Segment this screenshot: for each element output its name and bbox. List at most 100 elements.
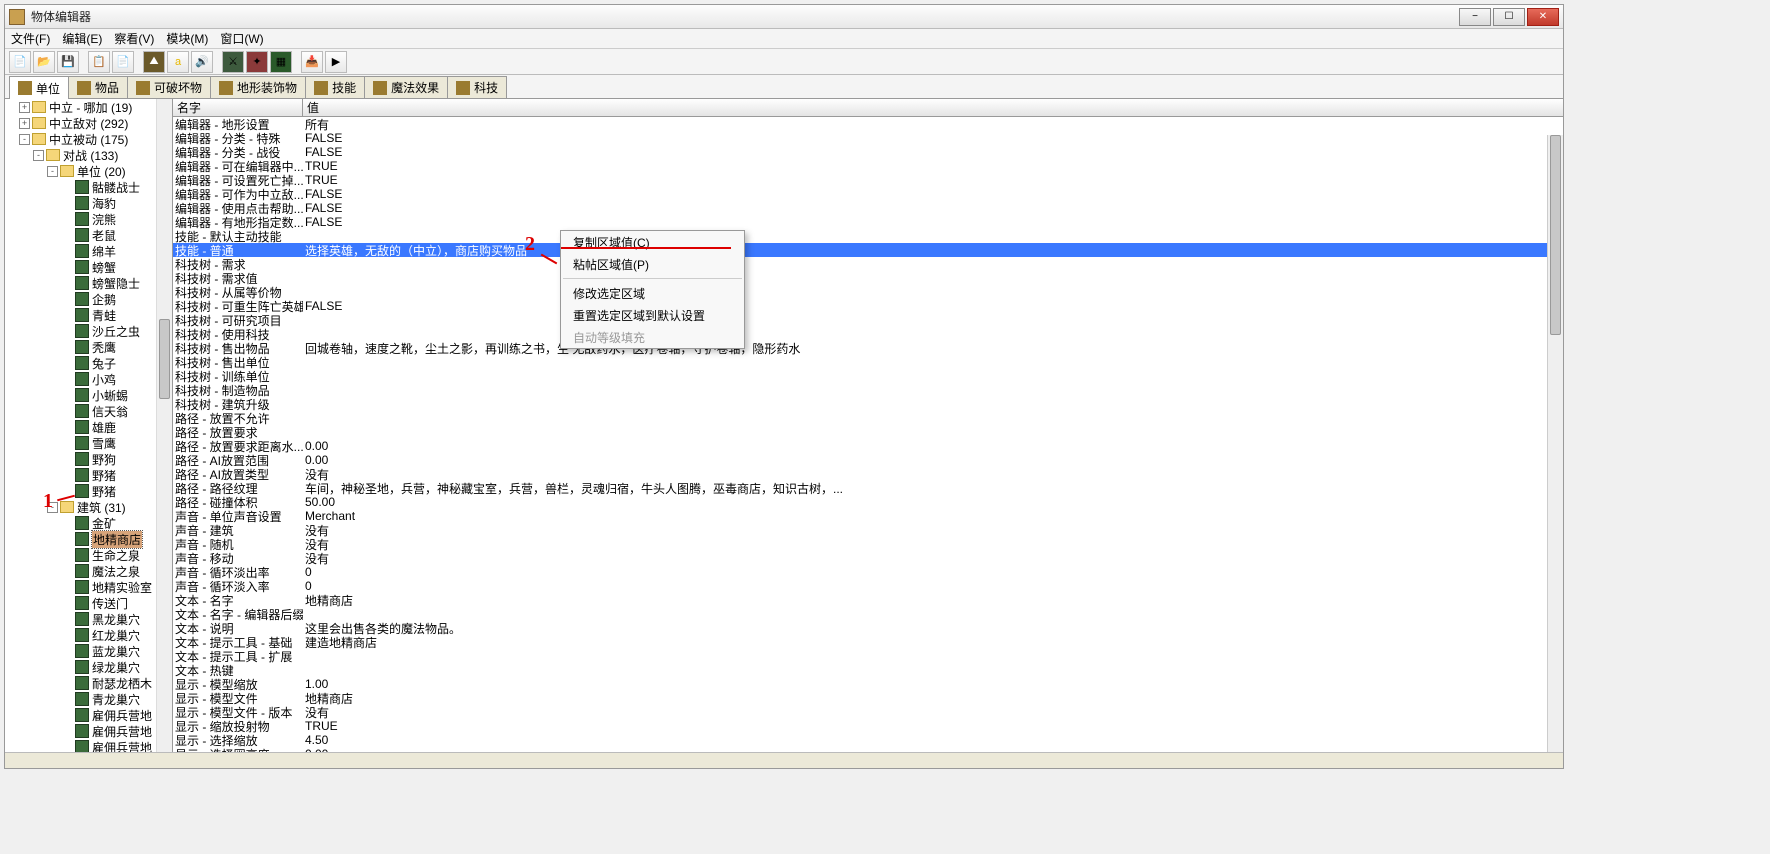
tab-4[interactable]: 技能 [305, 76, 365, 98]
tool-paste-icon[interactable]: 📄 [112, 51, 134, 73]
tree-scroll-thumb[interactable] [159, 319, 170, 399]
tree-node[interactable]: 浣熊 [5, 211, 172, 227]
property-row[interactable]: 路径 - 放置要求距离水...0.00 [173, 439, 1563, 453]
context-menu-item[interactable]: 复制区域值(C) [561, 231, 744, 253]
context-menu-item[interactable]: 重置选定区域到默认设置 [561, 304, 744, 326]
tree-node[interactable]: 青龙巢穴 [5, 691, 172, 707]
property-row[interactable]: 文本 - 提示工具 - 基础建造地精商店 [173, 635, 1563, 649]
tool-upgrade-icon[interactable]: ▦ [270, 51, 292, 73]
tree-node[interactable]: 小蜥蜴 [5, 387, 172, 403]
tree-node[interactable]: 蓝龙巢穴 [5, 643, 172, 659]
property-row[interactable]: 路径 - 路径纹理车间，神秘圣地，兵营，神秘藏宝室，兵营，兽栏，灵魂归宿，牛头人… [173, 481, 1563, 495]
tree-node[interactable]: +中立敌对 (292) [5, 115, 172, 131]
tree-node[interactable]: 雇佣兵营地 [5, 707, 172, 723]
property-row[interactable]: 编辑器 - 可设置死亡掉...TRUE [173, 173, 1563, 187]
tree-node[interactable]: 老鼠 [5, 227, 172, 243]
tree-expander-icon[interactable]: - [47, 166, 58, 177]
tool-save-icon[interactable]: 💾 [57, 51, 79, 73]
property-row[interactable]: 路径 - 碰撞体积50.00 [173, 495, 1563, 509]
tab-2[interactable]: 可破坏物 [127, 76, 211, 98]
tree-node[interactable]: 企鹅 [5, 291, 172, 307]
tree-node[interactable]: 野猪 [5, 483, 172, 499]
col-name-header[interactable]: 名字 [173, 99, 303, 116]
tree-node[interactable]: -对战 (133) [5, 147, 172, 163]
property-row[interactable]: 技能 - 普通选择英雄，无敌的（中立），商店购买物品 [173, 243, 1563, 257]
tool-test-icon[interactable]: ▶ [325, 51, 347, 73]
property-row[interactable]: 显示 - 模型文件 - 版本没有 [173, 705, 1563, 719]
minimize-button[interactable]: − [1459, 8, 1491, 26]
tool-import-icon[interactable]: 📥 [301, 51, 323, 73]
prop-scroll-thumb[interactable] [1550, 135, 1561, 335]
tool-open-icon[interactable]: 📂 [33, 51, 55, 73]
property-row[interactable]: 科技树 - 训练单位 [173, 369, 1563, 383]
tree-node[interactable]: 信天翁 [5, 403, 172, 419]
close-button[interactable]: ✕ [1527, 8, 1559, 26]
property-row[interactable]: 文本 - 热键 [173, 663, 1563, 677]
tree-node[interactable]: 生命之泉 [5, 547, 172, 563]
menu-view[interactable]: 察看(V) [114, 30, 154, 47]
tab-3[interactable]: 地形装饰物 [210, 76, 306, 98]
tree-node[interactable]: 金矿 [5, 515, 172, 531]
property-row[interactable]: 显示 - 选择缩放4.50 [173, 733, 1563, 747]
property-row[interactable]: 路径 - 放置要求 [173, 425, 1563, 439]
property-row[interactable]: 科技树 - 需求值 [173, 271, 1563, 285]
property-row[interactable]: 科技树 - 从属等价物 [173, 285, 1563, 299]
tree-expander-icon[interactable]: - [19, 134, 30, 145]
tree-node[interactable]: 地精商店 [5, 531, 172, 547]
tree-node[interactable]: 小鸡 [5, 371, 172, 387]
property-row[interactable]: 文本 - 提示工具 - 扩展 [173, 649, 1563, 663]
tree-node[interactable]: 螃蟹隐士 [5, 275, 172, 291]
property-row[interactable]: 编辑器 - 使用点击帮助...FALSE [173, 201, 1563, 215]
property-row[interactable]: 科技树 - 可研究项目 [173, 313, 1563, 327]
property-row[interactable]: 科技树 - 可重生阵亡英雄FALSE [173, 299, 1563, 313]
property-row[interactable]: 路径 - 放置不允许 [173, 411, 1563, 425]
tree-node[interactable]: 兔子 [5, 355, 172, 371]
menu-file[interactable]: 文件(F) [11, 30, 50, 47]
tree-node[interactable]: 野猪 [5, 467, 172, 483]
tree-node[interactable]: 野狗 [5, 451, 172, 467]
menu-edit[interactable]: 编辑(E) [62, 30, 102, 47]
tree-node[interactable]: 骷髅战士 [5, 179, 172, 195]
property-row[interactable]: 文本 - 名字地精商店 [173, 593, 1563, 607]
tree-expander-icon[interactable]: + [19, 118, 30, 129]
tree-node[interactable]: 雇佣兵营地 [5, 723, 172, 739]
menu-module[interactable]: 模块(M) [166, 30, 208, 47]
property-row[interactable]: 显示 - 缩放投射物TRUE [173, 719, 1563, 733]
tree-node[interactable]: 黑龙巢穴 [5, 611, 172, 627]
tree-node[interactable]: 秃鹰 [5, 339, 172, 355]
tree-node[interactable]: 雪鹰 [5, 435, 172, 451]
menu-window[interactable]: 窗口(W) [220, 30, 263, 47]
tree-node[interactable]: 绿龙巢穴 [5, 659, 172, 675]
tool-ability-icon[interactable]: ✦ [246, 51, 268, 73]
tree-node[interactable]: -建筑 (31) [5, 499, 172, 515]
tab-6[interactable]: 科技 [447, 76, 507, 98]
tool-trigger-icon[interactable]: a [167, 51, 189, 73]
tree-node[interactable]: 红龙巢穴 [5, 627, 172, 643]
context-menu-item[interactable]: 粘帖区域值(P) [561, 253, 744, 275]
property-row[interactable]: 声音 - 循环淡出率0 [173, 565, 1563, 579]
tool-sound-icon[interactable]: 🔊 [191, 51, 213, 73]
object-tree[interactable]: +中立 - 哪加 (19)+中立敌对 (292)-中立被动 (175)-对战 (… [5, 99, 173, 752]
property-row[interactable]: 编辑器 - 分类 - 战役FALSE [173, 145, 1563, 159]
property-row[interactable]: 编辑器 - 地形设置所有 [173, 117, 1563, 131]
tree-node[interactable]: +中立 - 哪加 (19) [5, 99, 172, 115]
tree-scrollbar[interactable] [156, 99, 172, 752]
col-value-header[interactable]: 值 [303, 99, 1563, 116]
tab-0[interactable]: 单位 [9, 76, 69, 99]
context-menu-item[interactable]: 修改选定区域 [561, 282, 744, 304]
tree-node[interactable]: 螃蟹 [5, 259, 172, 275]
tree-node[interactable]: 魔法之泉 [5, 563, 172, 579]
tree-node[interactable]: 传送门 [5, 595, 172, 611]
property-row[interactable]: 科技树 - 需求 [173, 257, 1563, 271]
tree-node[interactable]: -单位 (20) [5, 163, 172, 179]
tree-node[interactable]: 雄鹿 [5, 419, 172, 435]
tree-node[interactable]: 青蛙 [5, 307, 172, 323]
tree-node[interactable]: 海豹 [5, 195, 172, 211]
property-row[interactable]: 编辑器 - 可在编辑器中...TRUE [173, 159, 1563, 173]
property-row[interactable]: 声音 - 移动没有 [173, 551, 1563, 565]
property-row[interactable]: 编辑器 - 可作为中立敌...FALSE [173, 187, 1563, 201]
property-row[interactable]: 科技树 - 建筑升级 [173, 397, 1563, 411]
tool-copy-icon[interactable]: 📋 [88, 51, 110, 73]
property-row[interactable]: 编辑器 - 分类 - 特殊FALSE [173, 131, 1563, 145]
property-list[interactable]: 编辑器 - 地形设置所有编辑器 - 分类 - 特殊FALSE编辑器 - 分类 -… [173, 117, 1563, 752]
